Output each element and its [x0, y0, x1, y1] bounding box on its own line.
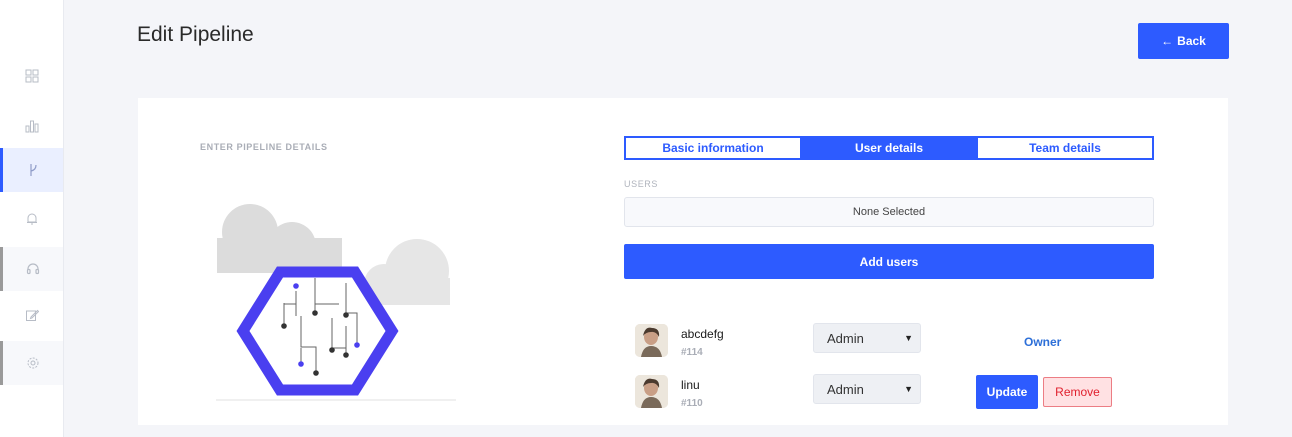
user-id: #114 [681, 347, 703, 358]
details-tabs: Basic information User details Team deta… [624, 136, 1154, 160]
tab-user-details[interactable]: User details [800, 138, 976, 158]
user-id: #110 [681, 398, 703, 409]
avatar [635, 375, 668, 408]
user-row: linu #110 Admin ▼ Update Remove [635, 374, 1155, 414]
pipeline-branch-icon [30, 164, 37, 176]
bell-icon [26, 213, 37, 225]
remove-button[interactable]: Remove [1043, 377, 1112, 407]
sidebar-item-settings[interactable] [0, 341, 63, 385]
sidebar [0, 0, 64, 437]
pipeline-card: ENTER PIPELINE DETAILS Basic information… [138, 98, 1228, 425]
user-avatar-icon [635, 324, 668, 357]
update-button[interactable]: Update [976, 375, 1038, 409]
avatar [635, 324, 668, 357]
tab-team-details[interactable]: Team details [976, 138, 1152, 158]
tab-basic-information[interactable]: Basic information [626, 138, 800, 158]
user-name: linu [681, 378, 700, 392]
arrow-left-icon: ← [1161, 34, 1174, 48]
user-row: abcdefg #114 Admin ▼ Owner [635, 323, 1155, 363]
user-name: abcdefg [681, 327, 724, 341]
back-button[interactable]: ← Back [1138, 23, 1229, 59]
sidebar-item-notifications[interactable] [0, 197, 63, 241]
role-value: Admin [827, 330, 864, 346]
page-title: Edit Pipeline [137, 23, 254, 46]
caret-down-icon: ▼ [904, 333, 913, 343]
section-label: ENTER PIPELINE DETAILS [200, 142, 328, 152]
add-users-button[interactable]: Add users [624, 244, 1154, 279]
sidebar-item-pipeline[interactable] [0, 148, 63, 192]
sidebar-item-support[interactable] [0, 247, 63, 291]
caret-down-icon: ▼ [904, 384, 913, 394]
settings-icon [27, 357, 39, 369]
dashboard-icon [25, 69, 38, 83]
owner-label: Owner [1024, 335, 1062, 349]
users-label: USERS [624, 179, 659, 189]
headset-icon [26, 263, 40, 275]
bar-chart-icon [25, 120, 38, 133]
sidebar-item-dashboard[interactable] [0, 54, 63, 98]
role-select[interactable]: Admin ▼ [813, 374, 921, 404]
sidebar-item-analytics[interactable] [0, 104, 63, 148]
role-value: Admin [827, 381, 864, 397]
user-avatar-icon [635, 375, 668, 408]
back-button-label: Back [1177, 34, 1206, 48]
sidebar-item-edit[interactable] [0, 293, 63, 337]
role-select[interactable]: Admin ▼ [813, 323, 921, 353]
pipeline-illustration [216, 204, 456, 401]
edit-icon [25, 309, 39, 321]
users-select[interactable]: None Selected [624, 197, 1154, 227]
